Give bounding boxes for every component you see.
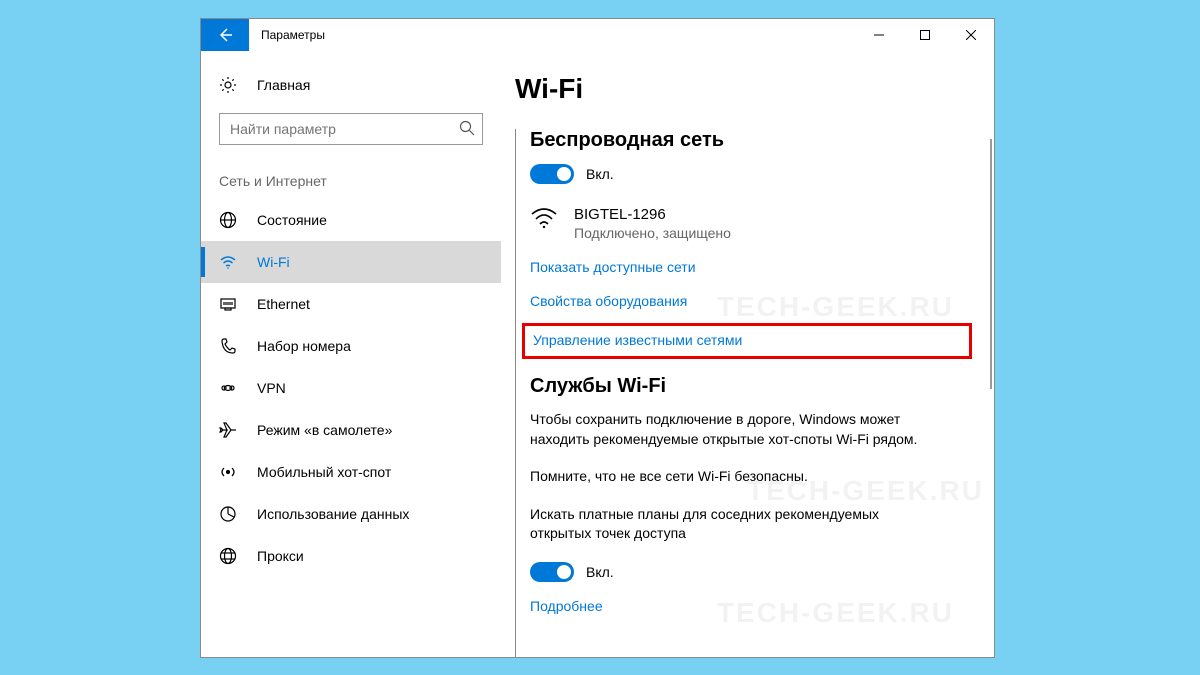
- sidebar-item-label: Прокси: [257, 548, 304, 564]
- maximize-button[interactable]: [902, 19, 948, 51]
- globe-icon: [219, 211, 237, 229]
- airplane-icon: [219, 421, 237, 439]
- sidebar-item-hotspot[interactable]: Мобильный хот-спот: [201, 451, 501, 493]
- wifi-signal-icon: [530, 206, 562, 235]
- sidebar-home[interactable]: Главная: [201, 65, 501, 105]
- back-arrow-icon: [217, 27, 233, 43]
- phone-icon: [219, 337, 237, 355]
- search-wrap: [201, 105, 501, 145]
- window-title: Параметры: [249, 19, 856, 51]
- window-body: Главная Сеть и Интернет Состояние Wi-Fi …: [201, 51, 994, 657]
- wireless-heading: Беспроводная сеть: [530, 129, 964, 152]
- scroll-region: Беспроводная сеть Вкл. BIGTEL-1296 Подкл…: [515, 129, 964, 657]
- link-more[interactable]: Подробнее: [530, 598, 964, 614]
- sidebar-item-ethernet[interactable]: Ethernet: [201, 283, 501, 325]
- scrollbar-thumb[interactable]: [990, 139, 992, 389]
- sidebar-item-label: Использование данных: [257, 506, 409, 522]
- highlight-box: Управление известными сетями: [522, 323, 972, 359]
- toggle-track: [530, 164, 574, 184]
- toggle-label: Вкл.: [586, 564, 614, 580]
- sidebar-item-label: Wi-Fi: [257, 254, 290, 270]
- link-hardware-props[interactable]: Свойства оборудования: [530, 293, 964, 309]
- services-text-3: Искать платные планы для соседних рекоме…: [530, 505, 940, 544]
- sidebar-item-status[interactable]: Состояние: [201, 199, 501, 241]
- sidebar-item-label: Набор номера: [257, 338, 351, 354]
- sidebar: Главная Сеть и Интернет Состояние Wi-Fi …: [201, 51, 501, 657]
- window-controls: [856, 19, 994, 51]
- data-usage-icon: [219, 505, 237, 523]
- sidebar-item-vpn[interactable]: VPN: [201, 367, 501, 409]
- back-button[interactable]: [201, 19, 249, 51]
- network-status: Подключено, защищено: [574, 225, 731, 241]
- sidebar-item-proxy[interactable]: Прокси: [201, 535, 501, 577]
- proxy-icon: [219, 547, 237, 565]
- ethernet-icon: [219, 295, 237, 313]
- link-manage-known[interactable]: Управление известными сетями: [533, 332, 965, 348]
- toggle-label: Вкл.: [586, 166, 614, 182]
- minimize-icon: [874, 30, 884, 40]
- sidebar-item-dialup[interactable]: Набор номера: [201, 325, 501, 367]
- vpn-icon: [219, 379, 237, 397]
- content-area: Wi-Fi Беспроводная сеть Вкл. BIGTEL-1296: [501, 51, 994, 657]
- connected-network[interactable]: BIGTEL-1296 Подключено, защищено: [530, 206, 964, 241]
- wifi-toggle[interactable]: Вкл.: [530, 164, 964, 184]
- services-heading: Службы Wi-Fi: [530, 375, 964, 398]
- sidebar-item-datausage[interactable]: Использование данных: [201, 493, 501, 535]
- sidebar-item-label: Состояние: [257, 212, 327, 228]
- hotspot-icon: [219, 463, 237, 481]
- search-input[interactable]: [219, 113, 483, 145]
- paid-plans-toggle[interactable]: Вкл.: [530, 562, 964, 582]
- titlebar: Параметры: [201, 19, 994, 51]
- maximize-icon: [920, 30, 930, 40]
- minimize-button[interactable]: [856, 19, 902, 51]
- gear-icon: [219, 76, 237, 94]
- sidebar-item-label: VPN: [257, 380, 286, 396]
- sidebar-item-label: Ethernet: [257, 296, 310, 312]
- sidebar-home-label: Главная: [257, 77, 310, 93]
- link-show-available[interactable]: Показать доступные сети: [530, 259, 964, 275]
- close-button[interactable]: [948, 19, 994, 51]
- toggle-track: [530, 562, 574, 582]
- sidebar-item-wifi[interactable]: Wi-Fi: [201, 241, 501, 283]
- close-icon: [966, 30, 976, 40]
- page-title: Wi-Fi: [515, 73, 964, 105]
- sidebar-item-label: Режим «в самолете»: [257, 422, 392, 438]
- search-icon: [459, 120, 475, 136]
- network-name: BIGTEL-1296: [574, 206, 731, 223]
- wifi-icon: [219, 253, 237, 271]
- sidebar-category: Сеть и Интернет: [201, 145, 501, 199]
- settings-window: Параметры Главная: [200, 18, 995, 658]
- services-text-2: Помните, что не все сети Wi-Fi безопасны…: [530, 467, 940, 487]
- sidebar-item-airplane[interactable]: Режим «в самолете»: [201, 409, 501, 451]
- services-text-1: Чтобы сохранить подключение в дороге, Wi…: [530, 410, 940, 449]
- sidebar-item-label: Мобильный хот-спот: [257, 464, 391, 480]
